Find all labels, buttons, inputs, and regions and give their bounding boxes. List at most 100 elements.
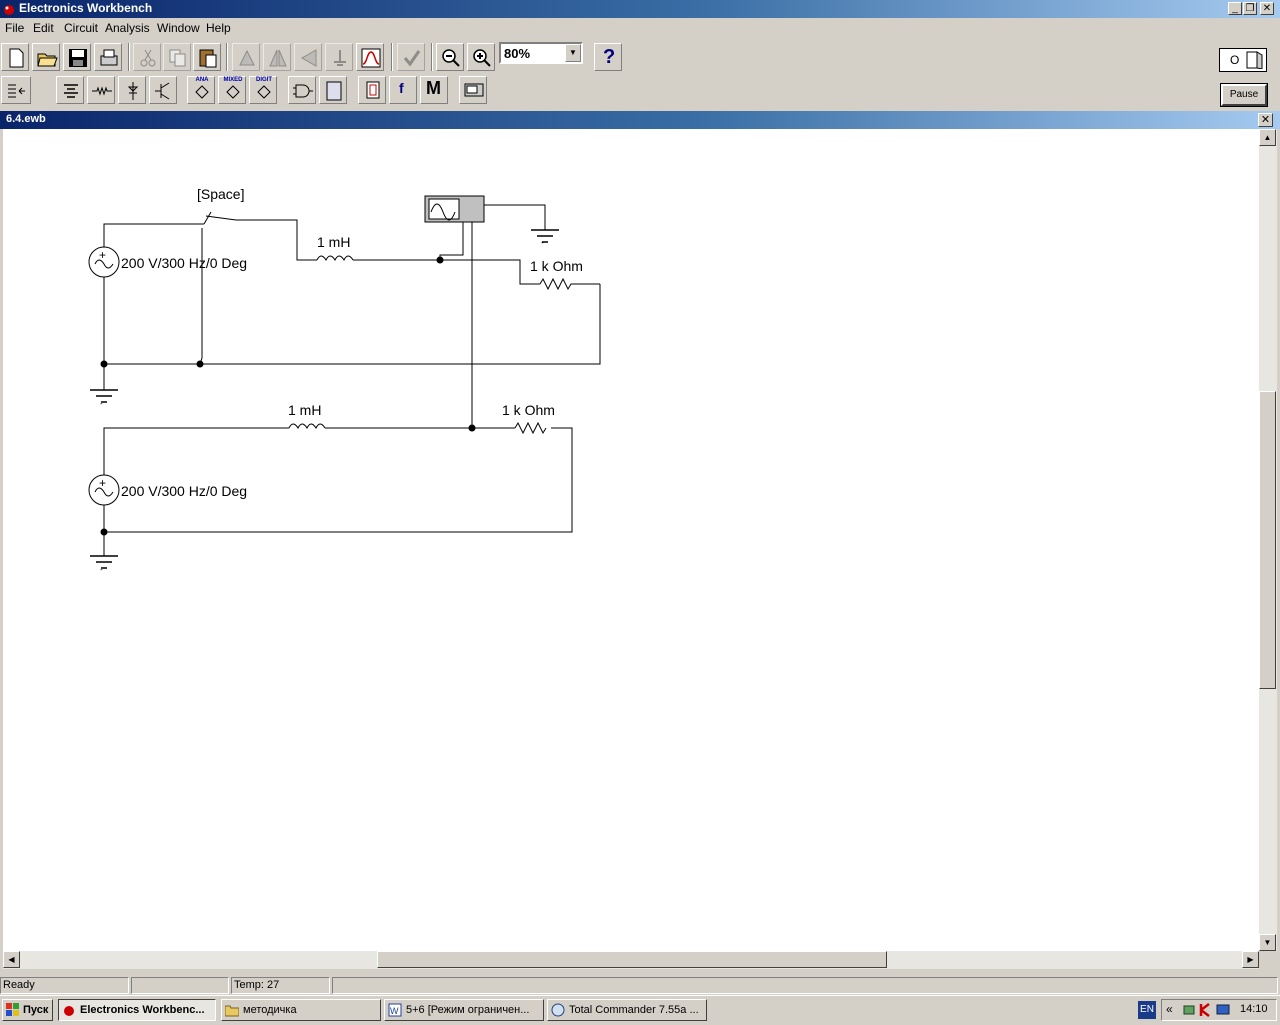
flip-vertical-button[interactable] [263,43,291,71]
network-icon[interactable] [1182,1003,1196,1017]
copy-icon [169,49,186,67]
minimize-button[interactable]: _ [1228,2,1242,15]
restore-button[interactable]: ❐ [1243,2,1257,15]
zoom-out-button[interactable] [436,43,464,71]
print-button[interactable] [94,43,122,71]
cut-button[interactable] [133,43,161,71]
close-button[interactable]: ✕ [1260,2,1274,15]
component-properties-button[interactable] [325,43,353,71]
analysis-graphs-button[interactable] [356,43,384,71]
flip-vertical-icon [269,49,287,67]
main-toolbar: ? [0,40,1280,72]
logic-gates-bin-button[interactable] [288,76,316,104]
task-label: Total Commander 7.55a ... [569,1004,699,1016]
zoom-value: 80% [504,46,531,61]
controls-bin-button[interactable]: f [389,76,417,104]
copy-button[interactable] [163,43,191,71]
monitor-icon[interactable] [1216,1003,1230,1017]
save-button[interactable] [63,43,91,71]
scroll-up-icon[interactable]: ▲ [1259,129,1276,146]
tray-expand-icon[interactable]: « [1166,1002,1173,1016]
chevron-down-icon[interactable]: ▼ [565,44,581,62]
miscellaneous-bin-button[interactable]: M [420,76,448,104]
bottom-inductor-label: 1 mH [288,402,322,418]
zoom-in-button[interactable] [467,43,495,71]
horizontal-scrollbar[interactable]: ◀ ▶ [3,951,1259,969]
instruments-bin-button[interactable] [459,76,487,104]
flip-horizontal-button[interactable] [294,43,322,71]
transistor-icon [155,82,170,100]
misc-m-icon: M [426,78,441,98]
menu-help[interactable]: Help [206,21,231,35]
analog-ics-bin-button[interactable]: ANA [187,76,215,104]
graph-icon [361,48,381,68]
task-electronics-workbench[interactable]: Electronics Workbenc... [58,999,216,1021]
task-word-document[interactable]: W 5+6 [Режим ограничен... [384,999,544,1021]
menu-analysis[interactable]: Analysis [105,21,150,35]
oscilloscope[interactable] [425,196,484,222]
menu-file[interactable]: File [5,21,24,35]
title-bar[interactable]: Electronics Workbench _ ❐ ✕ [0,0,1280,18]
svg-text:+: + [99,248,106,262]
task-total-commander[interactable]: Total Commander 7.55a ... [547,999,707,1021]
transistors-bin-button[interactable] [149,76,177,104]
digital-bin-button[interactable] [319,76,347,104]
pause-button[interactable]: Pause [1220,83,1268,107]
folder-icon [225,1005,239,1017]
scissors-icon [140,49,156,67]
zoom-select[interactable]: 80% ▼ [499,42,583,64]
menu-bar: File Edit Circuit Analysis Window Help [0,18,1280,38]
indicator-icon [366,81,380,99]
task-label: методичка [243,1004,297,1016]
favorites-bin-button[interactable] [1,76,31,104]
app-icon [4,5,14,15]
save-disk-icon [69,49,87,67]
indicators-bin-button[interactable] [358,76,386,104]
scroll-right-icon[interactable]: ▶ [1242,951,1259,968]
basic-bin-button[interactable] [87,76,115,104]
language-indicator[interactable]: EN [1138,1001,1156,1019]
total-commander-icon [551,1003,565,1017]
diodes-bin-button[interactable] [118,76,146,104]
menu-edit[interactable]: Edit [33,21,54,35]
vertical-scrollbar[interactable]: ▲ ▼ [1259,129,1277,951]
mixed-ic-icon [226,85,240,99]
mixed-ics-bin-button[interactable]: MIXED [218,76,246,104]
help-button[interactable]: ? [594,43,622,71]
digital-ics-bin-button[interactable]: DIGIT [249,76,277,104]
document-title: 6.4.ewb [6,113,46,125]
menu-window[interactable]: Window [157,21,200,35]
document-title-bar[interactable]: 6.4.ewb ✕ [0,111,1280,129]
status-info [332,977,1278,994]
subcircuit-icon [403,50,421,67]
logic-gate-icon [293,84,313,98]
ewb-app-icon [64,1006,74,1016]
rotate-button[interactable] [232,43,260,71]
create-subcircuit-button[interactable] [397,43,425,71]
function-icon: f [399,80,404,96]
bottom-source-label: 200 V/300 Hz/0 Deg [121,483,248,499]
paste-button[interactable] [193,43,221,71]
open-button[interactable] [32,43,60,71]
circuit-canvas[interactable]: + + - - - [Space] 1 mH 1 k Ohm 200 V/300… [3,129,1259,951]
document-close-button[interactable]: ✕ [1258,113,1273,127]
menu-circuit[interactable]: Circuit [64,21,98,35]
task-folder[interactable]: методичка [221,999,381,1021]
status-ready: Ready [0,977,129,994]
scroll-down-icon[interactable]: ▼ [1259,934,1276,951]
scroll-left-icon[interactable]: ◀ [3,951,20,968]
antivirus-icon[interactable] [1199,1003,1213,1017]
switch-label: O [1230,53,1240,67]
zoom-out-icon [442,49,460,67]
space-switch[interactable] [199,207,239,231]
power-switch[interactable]: O [1219,48,1267,72]
top-resistor-label: 1 k Ohm [530,258,583,274]
start-button[interactable]: Пуск [2,999,53,1021]
horizontal-scroll-thumb[interactable] [377,951,887,968]
printer-icon [100,49,118,66]
new-button[interactable] [1,43,29,71]
sources-bin-button[interactable] [56,76,84,104]
diode-icon [127,82,139,100]
vertical-scroll-thumb[interactable] [1259,391,1276,689]
svg-text:-: - [541,238,544,247]
